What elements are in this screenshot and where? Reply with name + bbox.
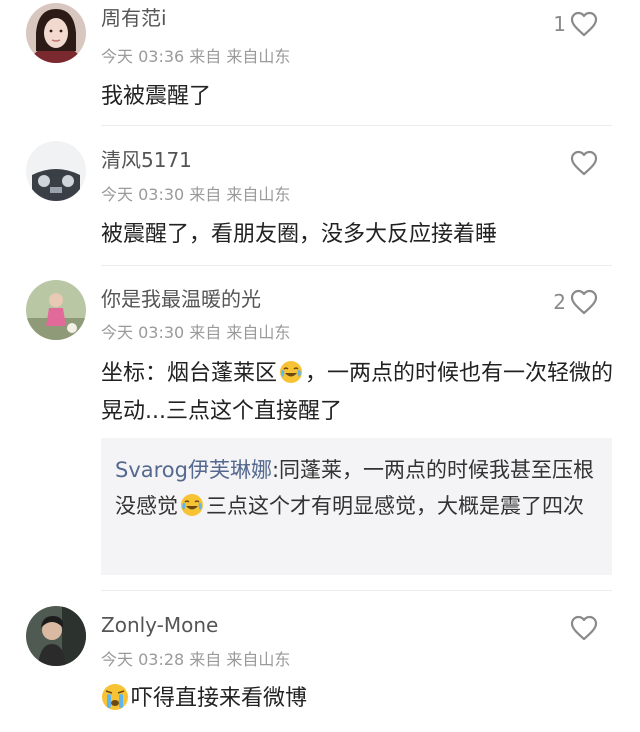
like-button[interactable] <box>566 150 598 176</box>
comment-meta: 今天 03:30 来自 来自山东 <box>101 185 291 204</box>
laugh-cry-emoji <box>180 492 204 516</box>
avatar[interactable] <box>26 141 86 201</box>
scared-cry-emoji <box>101 683 129 711</box>
comment-text-part: 坐标：烟台蓬莱区 <box>101 361 278 386</box>
like-count: 1 <box>553 12 566 36</box>
comment-meta: 今天 03:28 来自 来自山东 <box>101 650 291 669</box>
avatar[interactable] <box>26 3 86 63</box>
comment-text: 我被震醒了 <box>101 84 212 109</box>
avatar[interactable] <box>26 606 86 666</box>
heart-icon <box>570 289 598 315</box>
username[interactable]: 清风5171 <box>101 147 192 173</box>
heart-icon <box>570 150 598 176</box>
reply-username[interactable]: Svarog伊芙琳娜 <box>115 458 272 482</box>
reply-box[interactable]: Svarog伊芙琳娜:同蓬莱，一两点的时候我甚至压根没感觉 三点这个才有明显感觉，… <box>101 438 612 575</box>
comment-text: 坐标：烟台蓬莱区 ，一两点的时候也有一次轻微的晃动...三点这个直接醒了 <box>101 355 621 431</box>
comment-text-part: 吓得直接来看微博 <box>131 686 308 711</box>
username[interactable]: Zonly-Mone <box>101 612 218 638</box>
reply-text-part: 三点这个才有明显感觉，大概是震了四次 <box>206 494 584 518</box>
comment-meta: 今天 03:36 来自 来自山东 <box>101 47 291 66</box>
like-button[interactable]: 1 <box>553 11 598 37</box>
like-button[interactable] <box>566 615 598 641</box>
divider <box>101 125 612 126</box>
divider <box>101 590 612 591</box>
heart-icon <box>570 615 598 641</box>
avatar[interactable] <box>26 280 86 340</box>
comment-text: 吓得直接来看微博 <box>101 680 621 718</box>
comment-meta: 今天 03:30 来自 来自山东 <box>101 323 291 342</box>
comment-text: 被震醒了，看朋友圈，没多大反应接着睡 <box>101 222 498 247</box>
like-button[interactable]: 2 <box>553 289 598 315</box>
heart-icon <box>570 11 598 37</box>
laugh-cry-emoji <box>279 359 303 383</box>
like-count: 2 <box>553 290 566 314</box>
divider <box>101 265 612 266</box>
username[interactable]: 周有范i <box>101 5 167 31</box>
username[interactable]: 你是我最温暖的光 <box>101 286 261 312</box>
